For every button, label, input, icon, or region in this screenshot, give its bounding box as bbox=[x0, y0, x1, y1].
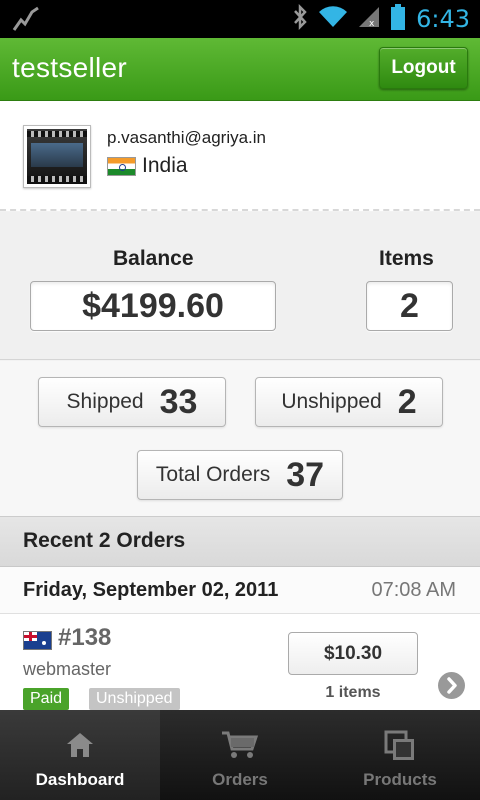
balance-section: Balance $4199.60 Items 2 bbox=[0, 212, 480, 360]
shipped-button[interactable]: Shipped 33 bbox=[38, 377, 226, 427]
order-items-count: 1 items bbox=[325, 684, 381, 701]
balance-label: Balance bbox=[113, 247, 194, 270]
profile-email: p.vasanthi@agriya.in bbox=[107, 128, 267, 147]
unshipped-count: 2 bbox=[397, 382, 417, 421]
avatar bbox=[23, 125, 91, 188]
items-label: Items bbox=[379, 247, 434, 270]
items-value: 2 bbox=[366, 281, 453, 331]
unshipped-button[interactable]: Unshipped 2 bbox=[255, 377, 443, 427]
products-icon bbox=[384, 730, 416, 767]
seller-name: testseller bbox=[12, 52, 128, 83]
shipped-label: Shipped bbox=[66, 390, 144, 413]
shipped-count: 33 bbox=[159, 382, 198, 421]
order-id: #138 bbox=[58, 624, 112, 651]
order-counts-section: Shipped 33 Unshipped 2 Total Orders 37 bbox=[0, 361, 480, 517]
tab-products[interactable]: Products bbox=[320, 710, 480, 800]
wifi-icon bbox=[318, 5, 348, 34]
app-header: testseller Logout bbox=[0, 38, 480, 101]
battery-icon bbox=[390, 3, 406, 36]
chevron-right-icon[interactable] bbox=[438, 672, 465, 699]
total-orders-button[interactable]: Total Orders 37 bbox=[137, 450, 343, 500]
profile-country: India bbox=[107, 154, 188, 178]
signal-icon: x bbox=[358, 5, 380, 34]
svg-text:x: x bbox=[369, 19, 375, 29]
unshipped-label: Unshipped bbox=[281, 390, 382, 413]
order-time: 07:08 AM bbox=[371, 579, 456, 601]
order-date: Friday, September 02, 2011 bbox=[23, 579, 279, 601]
activity-icon bbox=[12, 6, 40, 37]
order-price-button[interactable]: $10.30 bbox=[288, 632, 418, 675]
bluetooth-icon bbox=[292, 3, 308, 35]
recent-orders-title: Recent 2 Orders bbox=[23, 529, 186, 552]
home-icon bbox=[65, 730, 95, 765]
india-flag-icon bbox=[107, 156, 136, 176]
logout-button[interactable]: Logout bbox=[379, 47, 468, 89]
balance-value: $4199.60 bbox=[30, 281, 276, 331]
tab-orders-label: Orders bbox=[212, 770, 268, 789]
recent-orders-header: Recent 2 Orders bbox=[0, 517, 480, 567]
tab-dashboard[interactable]: Dashboard bbox=[0, 710, 160, 800]
order-buyer: webmaster bbox=[23, 659, 112, 679]
tab-dashboard-label: Dashboard bbox=[35, 770, 125, 789]
status-bar: x 6:43 bbox=[0, 0, 480, 38]
tab-orders[interactable]: Orders bbox=[160, 710, 320, 800]
paid-badge: Paid bbox=[23, 688, 70, 710]
total-orders-label: Total Orders bbox=[155, 463, 271, 486]
order-date-row: Friday, September 02, 2011 07:08 AM bbox=[0, 567, 480, 614]
profile-card bbox=[0, 101, 480, 211]
cart-icon bbox=[221, 730, 259, 765]
buyer-flag-icon bbox=[23, 631, 52, 650]
tab-products-label: Products bbox=[363, 770, 437, 789]
clock: 6:43 bbox=[416, 5, 470, 33]
country-label: India bbox=[142, 154, 188, 177]
order-row[interactable]: #138 webmaster Paid Unshipped $10.30 1 i… bbox=[0, 614, 480, 710]
unshipped-badge: Unshipped bbox=[89, 688, 180, 710]
total-orders-count: 37 bbox=[286, 455, 325, 494]
bottom-tab-bar: Dashboard Orders Products bbox=[0, 710, 480, 800]
